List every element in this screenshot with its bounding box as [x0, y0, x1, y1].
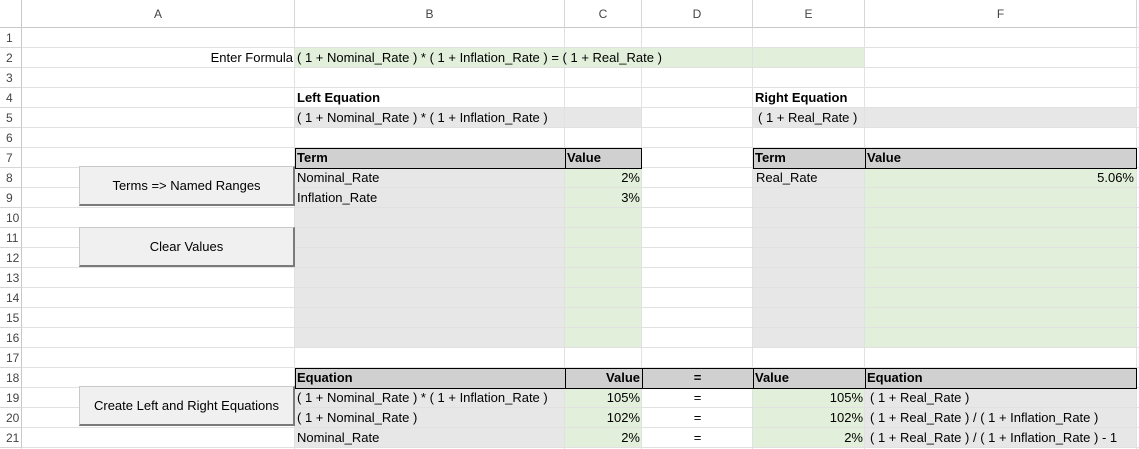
left-terms-header-term[interactable]: Term [297, 148, 563, 168]
left-term-name[interactable]: Inflation_Rate [297, 188, 563, 208]
eq-right-equation[interactable]: ( 1 + Real_Rate ) / ( 1 + Inflation_Rate… [870, 408, 1132, 428]
right-term-value[interactable]: 5.06% [868, 168, 1134, 188]
eq-left-equation[interactable]: ( 1 + Nominal_Rate ) [297, 408, 563, 428]
row-header-1[interactable]: 1 [0, 28, 22, 48]
eq-right-equation[interactable]: ( 1 + Real_Rate ) / ( 1 + Inflation_Rate… [870, 428, 1132, 448]
create-equations-button[interactable]: Create Left and Right Equations [79, 386, 295, 426]
eq-header-right-value[interactable]: Value [755, 368, 863, 388]
border [642, 368, 643, 388]
row-header-19[interactable]: 19 [0, 388, 22, 408]
right-terms-body [753, 168, 865, 348]
left-terms-header-value[interactable]: Value [567, 148, 640, 168]
row-header-16[interactable]: 16 [0, 328, 22, 348]
row-header-18[interactable]: 18 [0, 368, 22, 388]
right-term-name[interactable]: Real_Rate [756, 168, 862, 188]
row-header-3[interactable]: 3 [0, 68, 22, 88]
eq-header-left-equation[interactable]: Equation [297, 368, 563, 388]
left-term-value[interactable]: 3% [567, 188, 640, 208]
row-header-17[interactable]: 17 [0, 348, 22, 368]
column-header-d[interactable]: D [642, 0, 753, 28]
column-header-c[interactable]: C [565, 0, 642, 28]
row-header-4[interactable]: 4 [0, 88, 22, 108]
column-header-f[interactable]: F [865, 0, 1137, 28]
row-header-10[interactable]: 10 [0, 208, 22, 228]
border [865, 368, 866, 388]
eq-right-value[interactable]: 2% [755, 428, 863, 448]
right-equation-title[interactable]: Right Equation [755, 88, 1135, 108]
border [565, 368, 566, 388]
eq-equals-sign[interactable]: = [645, 408, 750, 428]
eq-header-left-value[interactable]: Value [567, 368, 640, 388]
select-all-corner[interactable] [0, 0, 22, 28]
eq-right-value[interactable]: 102% [755, 408, 863, 428]
right-equation-value[interactable]: ( 1 + Real_Rate ) [758, 108, 1132, 128]
clear-values-button[interactable]: Clear Values [79, 227, 295, 267]
border [753, 148, 754, 168]
eq-header-right-equation[interactable]: Equation [867, 368, 1135, 388]
row-header-13[interactable]: 13 [0, 268, 22, 288]
row-gridline [22, 327, 1139, 328]
row-header-14[interactable]: 14 [0, 288, 22, 308]
border [865, 148, 866, 168]
right-values-body [865, 168, 1137, 348]
eq-equals-sign[interactable]: = [645, 388, 750, 408]
eq-left-value[interactable]: 2% [567, 428, 640, 448]
border [295, 368, 296, 388]
eq-left-equation[interactable]: Nominal_Rate [297, 428, 563, 448]
border [565, 148, 566, 168]
formula-label[interactable]: Enter Formula [24, 48, 293, 68]
eq-right-equation[interactable]: ( 1 + Real_Rate ) [870, 388, 1132, 408]
left-term-name[interactable]: Nominal_Rate [297, 168, 563, 188]
row-header-15[interactable]: 15 [0, 308, 22, 328]
border [1136, 148, 1137, 168]
eq-left-equation[interactable]: ( 1 + Nominal_Rate ) * ( 1 + Inflation_R… [297, 388, 563, 408]
row-header-8[interactable]: 8 [0, 168, 22, 188]
eq-left-value[interactable]: 105% [567, 388, 640, 408]
eq-right-value[interactable]: 105% [755, 388, 863, 408]
row-header-7[interactable]: 7 [0, 148, 22, 168]
left-term-value[interactable]: 2% [567, 168, 640, 188]
border [1136, 368, 1137, 388]
row-header-6[interactable]: 6 [0, 128, 22, 148]
terms-named-ranges-button[interactable]: Terms => Named Ranges [79, 166, 295, 206]
row-gridline [22, 267, 1139, 268]
row-header-20[interactable]: 20 [0, 408, 22, 428]
row-gridline [22, 287, 1139, 288]
border [753, 368, 754, 388]
column-header-b[interactable]: B [295, 0, 565, 28]
row-header-5[interactable]: 5 [0, 108, 22, 128]
row-header-2[interactable]: 2 [0, 48, 22, 68]
eq-left-value[interactable]: 102% [567, 408, 640, 428]
border [641, 148, 642, 168]
eq-equals-sign[interactable]: = [645, 428, 750, 448]
formula-input[interactable]: ( 1 + Nominal_Rate ) * ( 1 + Inflation_R… [297, 48, 863, 68]
eq-header-equals[interactable]: = [645, 368, 750, 388]
right-terms-header-value[interactable]: Value [867, 148, 1135, 168]
row-gridline [22, 307, 1139, 308]
row-header-12[interactable]: 12 [0, 248, 22, 268]
column-header-e[interactable]: E [753, 0, 865, 28]
column-header-a[interactable]: A [22, 0, 295, 28]
right-terms-header-term[interactable]: Term [755, 148, 863, 168]
left-equation-value[interactable]: ( 1 + Nominal_Rate ) * ( 1 + Inflation_R… [297, 108, 640, 128]
border [295, 148, 296, 168]
row-gridline [22, 347, 1139, 348]
left-equation-title[interactable]: Left Equation [297, 88, 640, 108]
row-header-21[interactable]: 21 [0, 428, 22, 448]
row-header-11[interactable]: 11 [0, 228, 22, 248]
row-header-9[interactable]: 9 [0, 188, 22, 208]
spreadsheet-grid[interactable]: A B C D E F 1 2 3 4 5 6 7 8 9 10 11 12 13 14 15 16 17 18 19 20 21 E… [0, 0, 1139, 449]
